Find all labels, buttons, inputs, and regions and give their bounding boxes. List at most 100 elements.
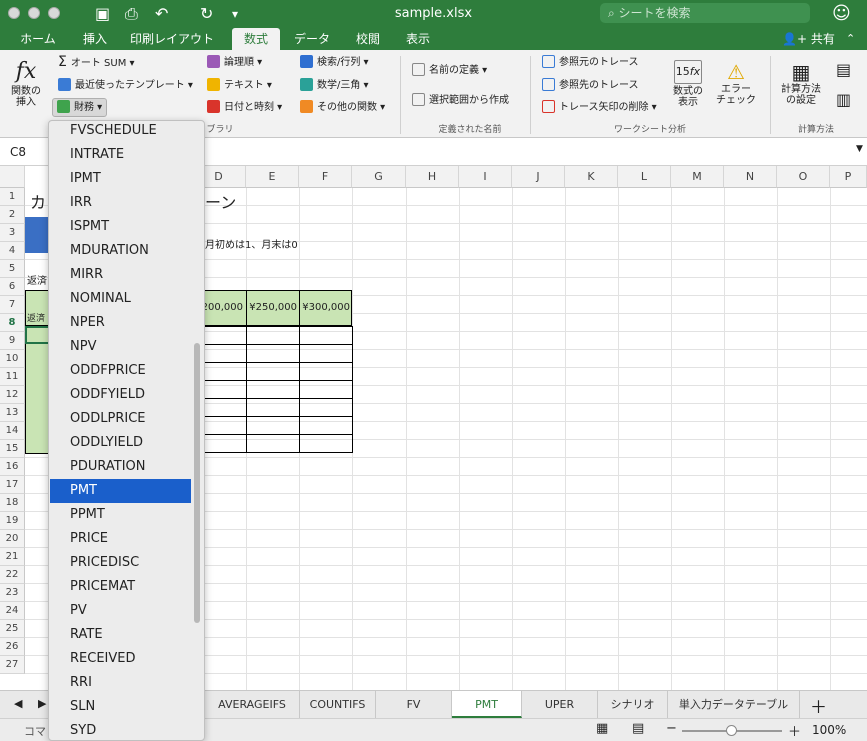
row-header[interactable]: 18 [0,494,25,512]
row-header[interactable]: 23 [0,584,25,602]
datetime-button[interactable]: 日付と時刻 ▾ [207,100,282,115]
column-header[interactable]: M [671,166,724,188]
zoom-in-icon[interactable]: ＋ [788,721,801,740]
tab-view[interactable]: 表示 [398,28,438,50]
collapse-ribbon-icon[interactable]: ⌃ [846,28,855,50]
row-header[interactable]: 20 [0,530,25,548]
menu-scrollbar[interactable] [194,343,200,623]
error-checking-button[interactable]: ⚠ エラー チェック [712,60,760,106]
row-header[interactable]: 10 [0,350,25,368]
create-from-selection-button[interactable]: 選択範囲から作成 [412,93,509,108]
define-name-button[interactable]: 名前の定義 ▾ [412,63,487,78]
menu-item[interactable]: FVSCHEDULE [50,121,191,143]
menu-item[interactable]: RATE [50,623,191,647]
cell-a5[interactable]: 返済 [27,275,47,289]
row-header[interactable]: 11 [0,368,25,386]
show-formulas-button[interactable]: 15fx 数式の 表示 [670,60,706,108]
menu-item[interactable]: NOMINAL [50,287,191,311]
cell-a7[interactable]: 返済 [27,312,45,326]
lookup-button[interactable]: 検索/行列 ▾ [300,55,369,70]
add-sheet-button[interactable]: ＋ [810,693,827,718]
table-cell[interactable] [246,326,300,345]
row-header[interactable]: 27 [0,656,25,674]
trace-dependents-button[interactable]: 参照先のトレース [542,78,639,93]
autosum-button[interactable]: Σ オート SUM ▾ [58,55,135,71]
column-header[interactable]: K [565,166,618,188]
row-header[interactable]: 7 [0,296,25,314]
table-cell[interactable] [246,416,300,435]
cell-a1[interactable]: カ [30,193,46,213]
row-header[interactable]: 25 [0,620,25,638]
menu-item[interactable]: ODDLYIELD [50,431,191,455]
calculation-options-button[interactable]: ▦ 計算方法 の設定 [776,60,826,106]
menu-item[interactable]: RECEIVED [50,647,191,671]
column-header[interactable]: G [352,166,406,188]
menu-item[interactable]: ODDFPRICE [50,359,191,383]
column-header[interactable]: N [724,166,777,188]
row-header[interactable]: 26 [0,638,25,656]
recent-functions-button[interactable]: 最近使ったテンプレート ▾ [58,78,193,93]
row-header[interactable]: 2 [0,206,25,224]
menu-item[interactable]: IPMT [50,167,191,191]
trace-precedents-button[interactable]: 参照元のトレース [542,55,639,70]
menu-item[interactable]: PV [50,599,191,623]
tab-data[interactable]: データ [288,28,336,50]
insert-function-button[interactable]: fx 関数の 挿入 [6,58,46,108]
menu-item[interactable]: ODDLPRICE [50,407,191,431]
prev-sheet-icon[interactable]: ◀ [14,697,22,710]
sheet-tab[interactable]: 単入力データテーブル [668,691,800,718]
menu-item[interactable]: MDURATION [50,239,191,263]
smiley-feedback-icon[interactable]: ☺ [832,3,851,25]
menu-item[interactable]: ODDFYIELD [50,383,191,407]
row-header[interactable]: 19 [0,512,25,530]
zoom-slider-thumb[interactable] [726,725,737,736]
table-cell[interactable] [299,416,353,435]
menu-item[interactable]: IRR [50,191,191,215]
row-header[interactable]: 4 [0,242,25,260]
select-all-corner[interactable] [0,166,25,188]
row-header[interactable]: 16 [0,458,25,476]
expand-formula-bar-icon[interactable]: ▼ [856,144,863,154]
blue-cell[interactable] [25,217,50,235]
row-header[interactable]: 17 [0,476,25,494]
sheet-tab[interactable]: FV [376,691,452,718]
table-cell[interactable] [299,326,353,345]
sheet-tab[interactable]: シナリオ [598,691,668,718]
menu-item[interactable]: PRICE [50,527,191,551]
menu-item[interactable]: INTRATE [50,143,191,167]
menu-item[interactable]: NPV [50,335,191,359]
other-functions-button[interactable]: その他の関数 ▾ [300,100,385,115]
column-header[interactable]: L [618,166,671,188]
tab-insert[interactable]: 挿入 [72,28,118,50]
column-header[interactable]: H [406,166,459,188]
row-header[interactable]: 13 [0,404,25,422]
table-cell[interactable] [299,344,353,363]
table-cell[interactable] [246,344,300,363]
menu-item[interactable]: PDURATION [50,455,191,479]
column-header[interactable]: I [459,166,512,188]
blue-cell[interactable] [25,235,50,253]
menu-item[interactable]: MIRR [50,263,191,287]
column-header[interactable]: F [299,166,352,188]
menu-item[interactable]: NPER [50,311,191,335]
row-header[interactable]: 6 [0,278,25,296]
menu-item[interactable]: PRICEDISC [50,551,191,575]
text-button[interactable]: テキスト ▾ [207,78,272,93]
calculate-now-icon[interactable]: ▤ [836,60,851,79]
cell-d3[interactable]: 月初めは1、月末は0 [205,239,298,253]
calculate-sheet-icon[interactable]: ▥ [836,90,851,109]
financial-button[interactable]: 財務 ▾ [52,98,108,117]
sheet-tab[interactable]: UPER [522,691,598,718]
table-cell[interactable] [299,398,353,417]
sheet-tab-active[interactable]: PMT [452,691,522,718]
tab-page-layout[interactable]: 印刷レイアウト [122,28,222,50]
remove-arrows-button[interactable]: トレース矢印の削除 ▾ [542,100,657,115]
tab-formulas[interactable]: 数式 [232,28,280,50]
column-header[interactable]: E [246,166,299,188]
cell-d1[interactable]: ーン [205,193,236,213]
row-header[interactable]: 5 [0,260,25,278]
tab-review[interactable]: 校閲 [346,28,390,50]
menu-item[interactable]: SLN [50,695,191,719]
row-header[interactable]: 24 [0,602,25,620]
row-header[interactable]: 9 [0,332,25,350]
